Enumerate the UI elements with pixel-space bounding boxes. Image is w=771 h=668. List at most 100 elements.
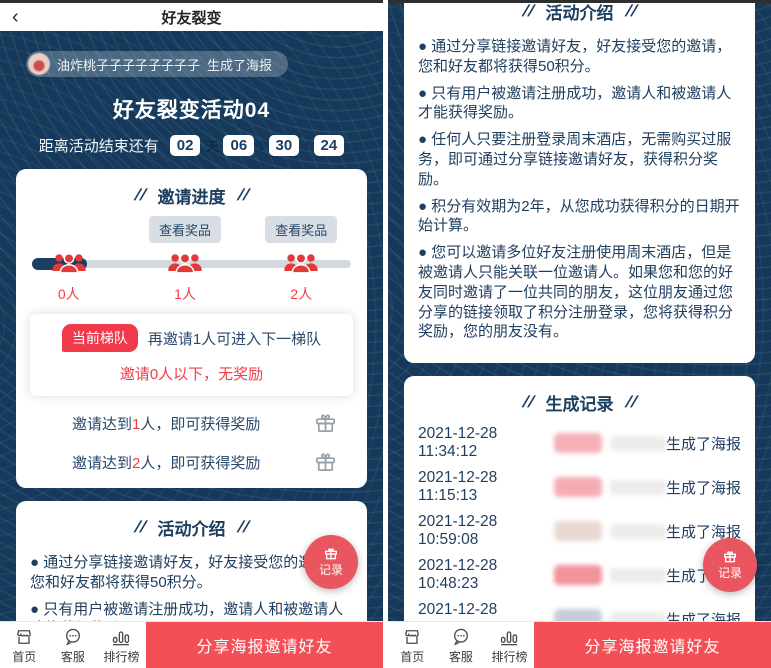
ranking-chart-icon bbox=[111, 627, 131, 647]
card-title-invite-progress: // 邀请进度 // bbox=[30, 179, 353, 214]
slash-deco-icon: // bbox=[236, 187, 251, 205]
prize-button-row: 查看奖品 查看奖品 bbox=[30, 216, 353, 242]
slash-deco-icon: // bbox=[624, 3, 639, 21]
poster-ticker: 油炸桃子子子子子子子子 生成了海报 bbox=[26, 51, 288, 77]
record-action: 生成了海报 bbox=[666, 433, 741, 454]
record-float-button[interactable]: 记录 bbox=[304, 535, 358, 589]
slash-deco-icon: // bbox=[133, 187, 148, 205]
record-time: 2021-12-28 10:48:23 bbox=[418, 557, 554, 593]
gift-icon[interactable] bbox=[314, 451, 337, 474]
name-blur-blob bbox=[554, 477, 602, 497]
users-group-icon bbox=[167, 250, 203, 275]
gift-icon bbox=[722, 549, 738, 565]
nav-item-home[interactable]: 首页 bbox=[388, 622, 437, 668]
nav-item-home[interactable]: 首页 bbox=[0, 622, 49, 668]
intro-bullet: ● 只有用户被邀请注册成功，邀请人和被邀请人才能获得奖励。 bbox=[418, 84, 741, 124]
nav-label-service: 客服 bbox=[61, 648, 85, 665]
card-title-activity-intro: // 活动介绍 // bbox=[418, 3, 741, 30]
redacted-name bbox=[554, 477, 666, 497]
ranking-chart-icon bbox=[499, 627, 519, 647]
slash-deco-icon: // bbox=[624, 394, 639, 412]
name-blur-blob bbox=[554, 433, 602, 453]
reward-prefix: 邀请达到 bbox=[72, 416, 132, 433]
view-prize-button-2[interactable]: 查看奖品 bbox=[265, 216, 337, 243]
intro-bullet: ● 任何人只要注册登录周末酒店，无需购买过服务，即可通过分享链接邀请好友，获得积… bbox=[418, 130, 741, 189]
nav-item-rank[interactable]: 排行榜 bbox=[97, 622, 146, 668]
nav-label-home: 首页 bbox=[400, 648, 424, 665]
nav-item-group: 首页 客服 排行榜 bbox=[388, 622, 534, 668]
countdown-label: 距离活动结束还有 bbox=[39, 135, 159, 156]
ticker-action: 生成了海报 bbox=[207, 55, 272, 74]
two-screen-composite: ‹ 好友裂变 油炸桃子子子子子子子子 生成了海报 好友裂变活动04 距离活动结束… bbox=[0, 0, 771, 668]
redacted-name bbox=[554, 521, 666, 541]
tier-hint-text: 再邀请1人可进入下一梯队 bbox=[148, 328, 321, 349]
current-tier-box: 当前梯队 再邀请1人可进入下一梯队 邀请0人以下，无奖励 bbox=[30, 314, 353, 396]
screen-activity-top: ‹ 好友裂变 油炸桃子子子子子子子子 生成了海报 好友裂变活动04 距离活动结束… bbox=[0, 0, 383, 668]
reward-row: 邀请达到2人，即可获得奖励 bbox=[30, 451, 353, 474]
reward-suffix: 人，即可获得奖励 bbox=[140, 455, 260, 472]
record-row: 2021-12-28 11:34:12 生成了海报 bbox=[418, 421, 741, 465]
reward-text: 邀请达到1人，即可获得奖励 bbox=[72, 413, 260, 434]
name-blur-blob bbox=[554, 565, 602, 585]
record-time: 2021-12-28 10:59:08 bbox=[418, 513, 554, 549]
shop-icon bbox=[14, 627, 34, 647]
slash-deco-icon: // bbox=[521, 394, 536, 412]
reward-suffix: 人，即可获得奖励 bbox=[140, 416, 260, 433]
invite-progress-title: 邀请进度 bbox=[158, 183, 226, 208]
back-chevron-icon[interactable]: ‹ bbox=[12, 4, 19, 30]
milestone-label-2: 2人 bbox=[290, 284, 312, 304]
intro-bullet: ● 您可以邀请多位好友注册使用周末酒店，但是被邀请人只能关联一位邀请人。如果您和… bbox=[418, 243, 741, 342]
record-time: 2021-12-28 11:34:12 bbox=[418, 425, 554, 461]
countdown-colon: : bbox=[259, 138, 263, 153]
invite-progress-card: // 邀请进度 // 查看奖品 查看奖品 bbox=[16, 169, 367, 488]
nav-label-home: 首页 bbox=[12, 648, 36, 665]
activity-intro-card: // 活动介绍 // ● 通过分享链接邀请好友，好友接受您的邀请，您和好友都将获… bbox=[404, 3, 755, 363]
view-prize-button-1[interactable]: 查看奖品 bbox=[149, 216, 221, 243]
activity-intro-title: 活动介绍 bbox=[158, 515, 226, 540]
nav-item-group: 首页 客服 排行榜 bbox=[0, 622, 146, 668]
countdown-colon: : bbox=[304, 138, 308, 153]
slash-deco-icon: // bbox=[236, 519, 251, 537]
redacted-name bbox=[554, 565, 666, 585]
chat-icon bbox=[451, 627, 471, 647]
milestone-label-0: 0人 bbox=[58, 284, 80, 304]
name-blur-blob bbox=[610, 480, 666, 495]
share-poster-button[interactable]: 分享海报邀请好友 bbox=[534, 622, 771, 668]
chat-icon bbox=[63, 627, 83, 647]
countdown-minutes: 30 bbox=[269, 135, 300, 156]
ticker-avatar bbox=[28, 53, 50, 75]
shop-icon bbox=[402, 627, 422, 647]
screen-activity-scrolled: // 活动介绍 // ● 通过分享链接邀请好友，好友接受您的邀请，您和好友都将获… bbox=[388, 0, 771, 668]
nav-label-rank: 排行榜 bbox=[491, 648, 527, 665]
record-row: 2021-12-28 10:59:08 生成了海报 bbox=[418, 509, 741, 553]
nav-item-service[interactable]: 客服 bbox=[437, 622, 486, 668]
card-title-records: // 生成记录 // bbox=[418, 386, 741, 421]
milestone-labels: 0人 1人 2人 bbox=[30, 284, 353, 304]
records-title: 生成记录 bbox=[546, 390, 614, 415]
slash-deco-icon: // bbox=[521, 3, 536, 21]
record-action: 生成了海报 bbox=[666, 477, 741, 498]
nav-item-rank[interactable]: 排行榜 bbox=[485, 622, 534, 668]
nav-label-service: 客服 bbox=[449, 648, 473, 665]
reward-row: 邀请达到1人，即可获得奖励 bbox=[30, 412, 353, 435]
gift-icon[interactable] bbox=[314, 412, 337, 435]
countdown-seconds: 24 bbox=[314, 135, 345, 156]
users-group-icon bbox=[283, 250, 319, 275]
share-poster-button[interactable]: 分享海报邀请好友 bbox=[146, 622, 383, 668]
tier-line: 当前梯队 再邀请1人可进入下一梯队 bbox=[38, 324, 345, 352]
reward-prefix: 邀请达到 bbox=[72, 455, 132, 472]
name-blur-blob bbox=[610, 436, 666, 451]
countdown-days: 02 bbox=[170, 135, 201, 156]
current-tier-badge: 当前梯队 bbox=[62, 324, 138, 352]
activity-title: 好友裂变活动04 bbox=[0, 94, 383, 124]
intro-bullet: ● 积分有效期为2年，从您成功获得积分的日期开始计算。 bbox=[418, 197, 741, 237]
card-title-activity-intro: // 活动介绍 // bbox=[30, 511, 353, 546]
countdown-day-unit: 天 bbox=[205, 136, 218, 155]
nav-item-service[interactable]: 客服 bbox=[49, 622, 98, 668]
name-blur-blob bbox=[610, 524, 666, 539]
name-blur-blob bbox=[554, 521, 602, 541]
ticker-user: 油炸桃子子子子子子子子 bbox=[57, 55, 200, 74]
record-row: 2021-12-28 10:48:23 生成了海报 bbox=[418, 553, 741, 597]
record-float-button[interactable]: 记录 bbox=[703, 538, 757, 592]
gift-icon bbox=[323, 546, 339, 562]
